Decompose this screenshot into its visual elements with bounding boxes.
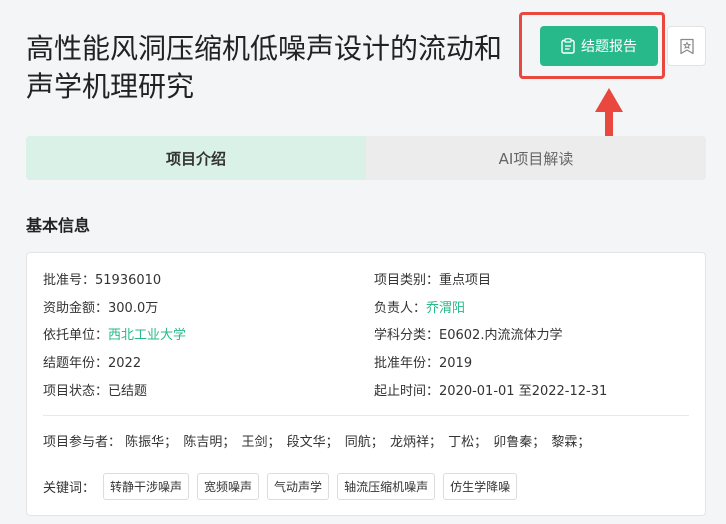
member-name: 同航； xyxy=(344,435,384,450)
bookmark-button[interactable] xyxy=(667,26,706,66)
member-name: 龙炳祥； xyxy=(389,435,442,450)
info-institution: 依托单位：西北工业大学 xyxy=(43,328,187,343)
project-members: 项目参与者： 陈振华； 陈吉明； 王剑； 段文华； 同航； 龙炳祥； 丁松； 卯… xyxy=(43,431,592,450)
info-approval-no: 批准号：51936010 xyxy=(43,273,162,288)
keyword-tag[interactable]: 宽频噪声 xyxy=(197,473,260,500)
bookmark-icon xyxy=(679,38,694,54)
page-title: 高性能风洞压缩机低噪声设计的流动和 声学机理研究 xyxy=(26,30,516,106)
title-line-2: 声学机理研究 xyxy=(26,70,195,103)
keywords-label: 关键词： xyxy=(43,481,96,496)
title-line-1: 高性能风洞压缩机低噪声设计的流动和 xyxy=(26,32,503,65)
keyword-tag[interactable]: 气动声学 xyxy=(267,473,330,500)
member-name: 黎霖； xyxy=(551,435,591,450)
info-leader: 负责人：乔渭阳 xyxy=(374,301,466,316)
leader-link[interactable]: 乔渭阳 xyxy=(426,301,465,316)
info-approval-year: 批准年份：2019 xyxy=(374,356,473,371)
info-status: 项目状态：已结题 xyxy=(43,384,148,399)
info-category: 项目类别：重点项目 xyxy=(374,273,492,288)
member-name: 陈振华； xyxy=(125,435,178,450)
keyword-tag[interactable]: 转静干涉噪声 xyxy=(103,473,190,500)
final-report-button[interactable]: 结题报告 xyxy=(540,26,658,66)
tab-project-intro[interactable]: 项目介绍 xyxy=(26,136,366,180)
divider xyxy=(43,415,689,416)
member-name: 王剑； xyxy=(241,435,281,450)
info-discipline: 学科分类：E0602.内流流体力学 xyxy=(374,328,563,343)
keywords: 关键词： 转静干涉噪声 宽频噪声 气动声学 轴流压缩机噪声 仿生学降噪 xyxy=(43,473,518,500)
clipboard-icon xyxy=(561,38,575,54)
info-funding: 资助金额：300.0万 xyxy=(43,301,159,316)
member-name: 丁松； xyxy=(448,435,488,450)
tab-bar: 项目介绍 AI项目解读 xyxy=(26,136,706,180)
info-period: 起止时间：2020-01-01 至2022-12-31 xyxy=(374,384,608,399)
final-report-label: 结题报告 xyxy=(581,39,637,55)
info-end-year: 结题年份：2022 xyxy=(43,356,142,371)
member-name: 卯鲁秦； xyxy=(493,435,546,450)
section-title: 基本信息 xyxy=(26,216,91,235)
tab-ai-interpretation[interactable]: AI项目解读 xyxy=(366,136,706,180)
member-name: 陈吉明； xyxy=(183,435,236,450)
keyword-tag[interactable]: 轴流压缩机噪声 xyxy=(337,473,436,500)
institution-link[interactable]: 西北工业大学 xyxy=(108,328,186,343)
keyword-tag[interactable]: 仿生学降噪 xyxy=(443,473,518,500)
members-label: 项目参与者： xyxy=(43,435,122,450)
member-name: 段文华； xyxy=(286,435,339,450)
basic-info-card: 批准号：51936010 资助金额：300.0万 依托单位：西北工业大学 结题年… xyxy=(26,252,706,516)
